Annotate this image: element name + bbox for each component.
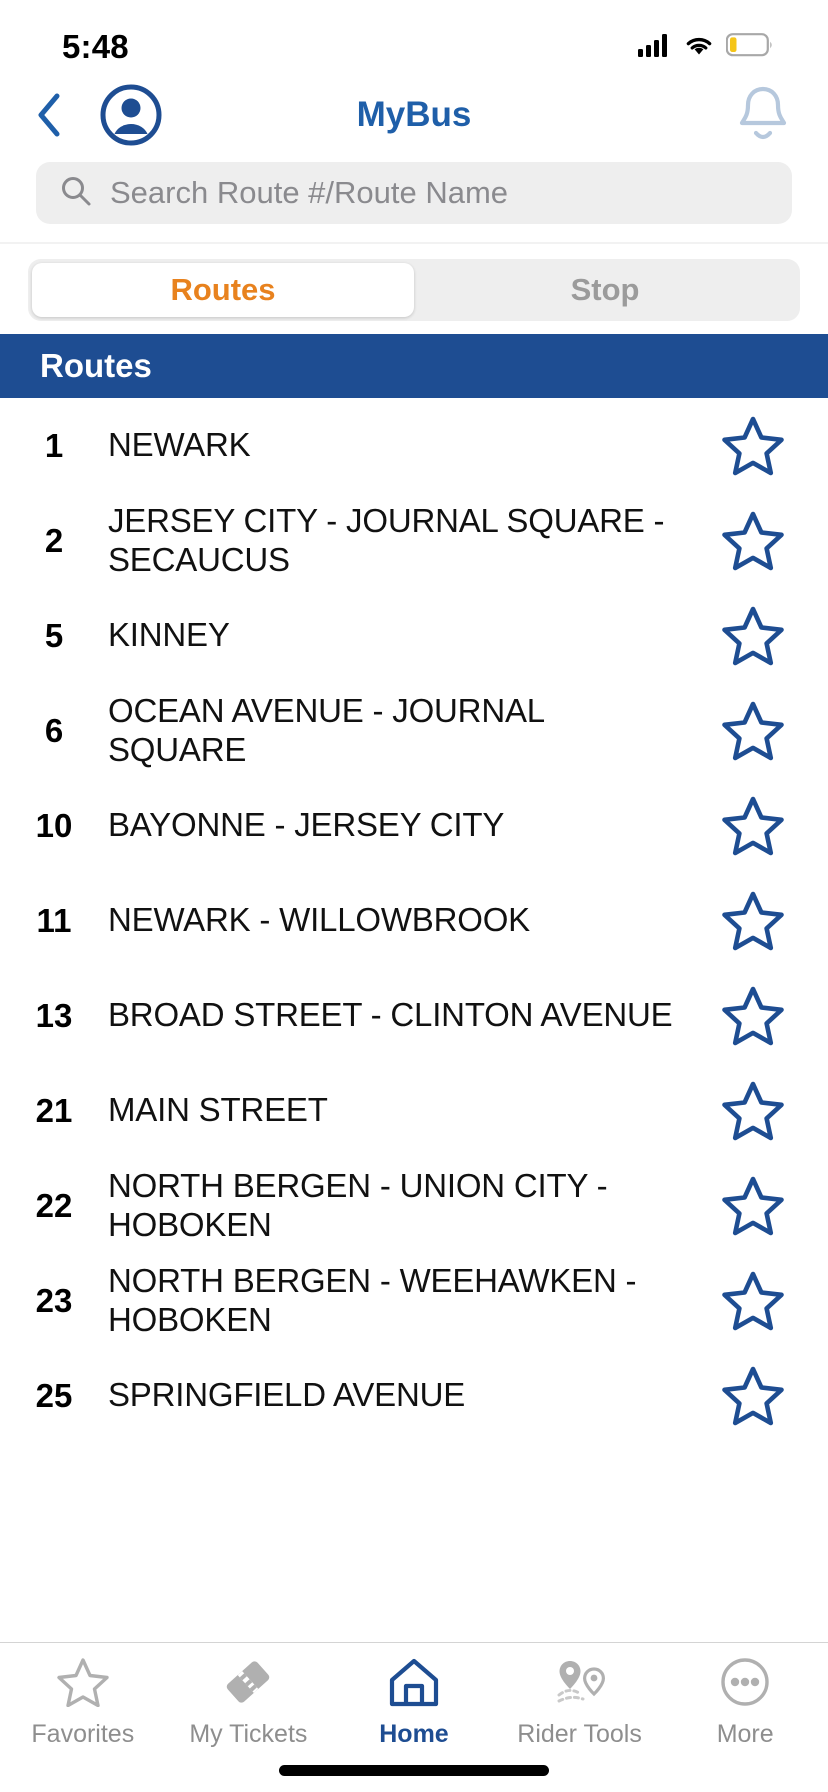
favorite-star-icon[interactable] [710,606,796,666]
route-list-item[interactable]: 25 SPRINGFIELD AVENUE [0,1348,828,1443]
route-name: NORTH BERGEN - WEEHAWKEN - HOBOKEN [108,1261,637,1338]
tab-stop[interactable]: Stop [414,263,796,317]
search-bar-container: Search Route #/Route Name [0,154,828,232]
route-number: 22 [35,1186,73,1224]
star-outline-icon [57,1657,109,1712]
route-list-item[interactable]: 6 OCEAN AVENUE - JOURNAL SQUARE [0,683,828,778]
route-list-item[interactable]: 5 KINNEY [0,588,828,683]
route-name: MAIN STREET [108,1091,328,1129]
route-name: JERSEY CITY - JOURNAL SQUARE - SECAUCUS [108,501,665,578]
favorite-star-icon[interactable] [710,796,796,856]
route-number: 5 [44,616,64,654]
user-avatar-icon [100,84,162,146]
route-name: NORTH BERGEN - UNION CITY - HOBOKEN [108,1166,608,1243]
notification-bell-icon [739,86,787,140]
route-name: KINNEY [108,616,230,654]
chevron-left-icon [38,93,60,137]
tab-routes[interactable]: Routes [32,263,414,317]
favorite-star-icon[interactable] [710,1176,796,1236]
tab-my-tickets-label: My Tickets [189,1720,308,1748]
route-list-item[interactable]: 22 NORTH BERGEN - UNION CITY - HOBOKEN [0,1158,828,1253]
tab-more[interactable]: More [662,1657,828,1749]
status-bar-icons [638,32,774,62]
route-list-item[interactable]: 2 JERSEY CITY - JOURNAL SQUARE - SECAUCUS [0,493,828,588]
route-number: 10 [35,806,73,844]
route-name: BROAD STREET - CLINTON AVENUE [108,996,673,1034]
routes-section-header-label: Routes [40,347,152,384]
search-icon [60,175,92,212]
tab-favorites[interactable]: Favorites [0,1657,166,1749]
segmented-control-container: Routes Stop [0,244,828,334]
cellular-signal-icon [638,33,672,62]
favorite-star-icon[interactable] [710,986,796,1046]
segmented-control: Routes Stop [28,259,800,321]
home-icon [388,1657,440,1712]
route-number: 6 [44,711,64,749]
status-bar-time: 5:48 [62,28,129,65]
tab-rider-tools[interactable]: Rider Tools [497,1657,663,1749]
route-list[interactable]: 1 NEWARK 2 JERSEY CITY - JOURNAL SQUARE - S… [0,398,828,1642]
favorite-star-icon[interactable] [710,1271,796,1331]
tab-rider-tools-label: Rider Tools [517,1720,642,1748]
app-screen: 5:48 MyBus Search Route #/Route Name Rou… [0,0,828,1792]
favorite-star-icon[interactable] [710,416,796,476]
tab-more-label: More [716,1720,774,1748]
route-name: OCEAN AVENUE - JOURNAL SQUARE [108,691,544,768]
tab-home-label: Home [379,1720,449,1748]
route-number: 11 [36,901,72,939]
search-placeholder-text: Search Route #/Route Name [110,175,509,210]
route-name: NEWARK - WILLOWBROOK [108,901,530,939]
route-number: 2 [44,521,64,559]
route-name: SPRINGFIELD AVENUE [108,1376,466,1414]
route-list-item[interactable]: 1 NEWARK [0,398,828,493]
routes-section-header: Routes [0,334,828,398]
back-button[interactable] [36,92,80,138]
favorite-star-icon[interactable] [710,701,796,761]
ticket-icon [221,1657,275,1712]
favorite-star-icon[interactable] [710,1081,796,1141]
route-number: 13 [35,996,73,1034]
route-list-item[interactable]: 23 NORTH BERGEN - WEEHAWKEN - HOBOKEN [0,1253,828,1348]
profile-button[interactable] [100,84,162,146]
route-name: NEWARK [108,426,251,464]
tab-my-tickets[interactable]: My Tickets [166,1657,332,1749]
search-input[interactable]: Search Route #/Route Name [36,162,792,224]
route-name: BAYONNE - JERSEY CITY [108,806,505,844]
favorite-star-icon[interactable] [710,511,796,571]
home-indicator [279,1765,549,1776]
wifi-icon [683,33,715,62]
favorite-star-icon[interactable] [710,1366,796,1426]
route-number: 1 [44,426,64,464]
tab-home[interactable]: Home [331,1657,497,1749]
navigation-bar: MyBus [0,76,828,154]
status-bar: 5:48 [0,0,828,76]
route-list-item[interactable]: 13 BROAD STREET - CLINTON AVENUE [0,968,828,1063]
ellipsis-circle-icon [719,1657,771,1712]
route-list-item[interactable]: 21 MAIN STREET [0,1063,828,1158]
route-number: 21 [35,1091,73,1129]
notifications-button[interactable] [734,83,792,147]
battery-low-icon [725,32,774,62]
favorite-star-icon[interactable] [710,891,796,951]
route-number: 25 [35,1376,73,1414]
route-number: 23 [35,1281,73,1319]
map-pins-icon [550,1657,610,1712]
tab-favorites-label: Favorites [31,1720,135,1748]
route-list-item[interactable]: 10 BAYONNE - JERSEY CITY [0,778,828,873]
route-list-item[interactable]: 11 NEWARK - WILLOWBROOK [0,873,828,968]
